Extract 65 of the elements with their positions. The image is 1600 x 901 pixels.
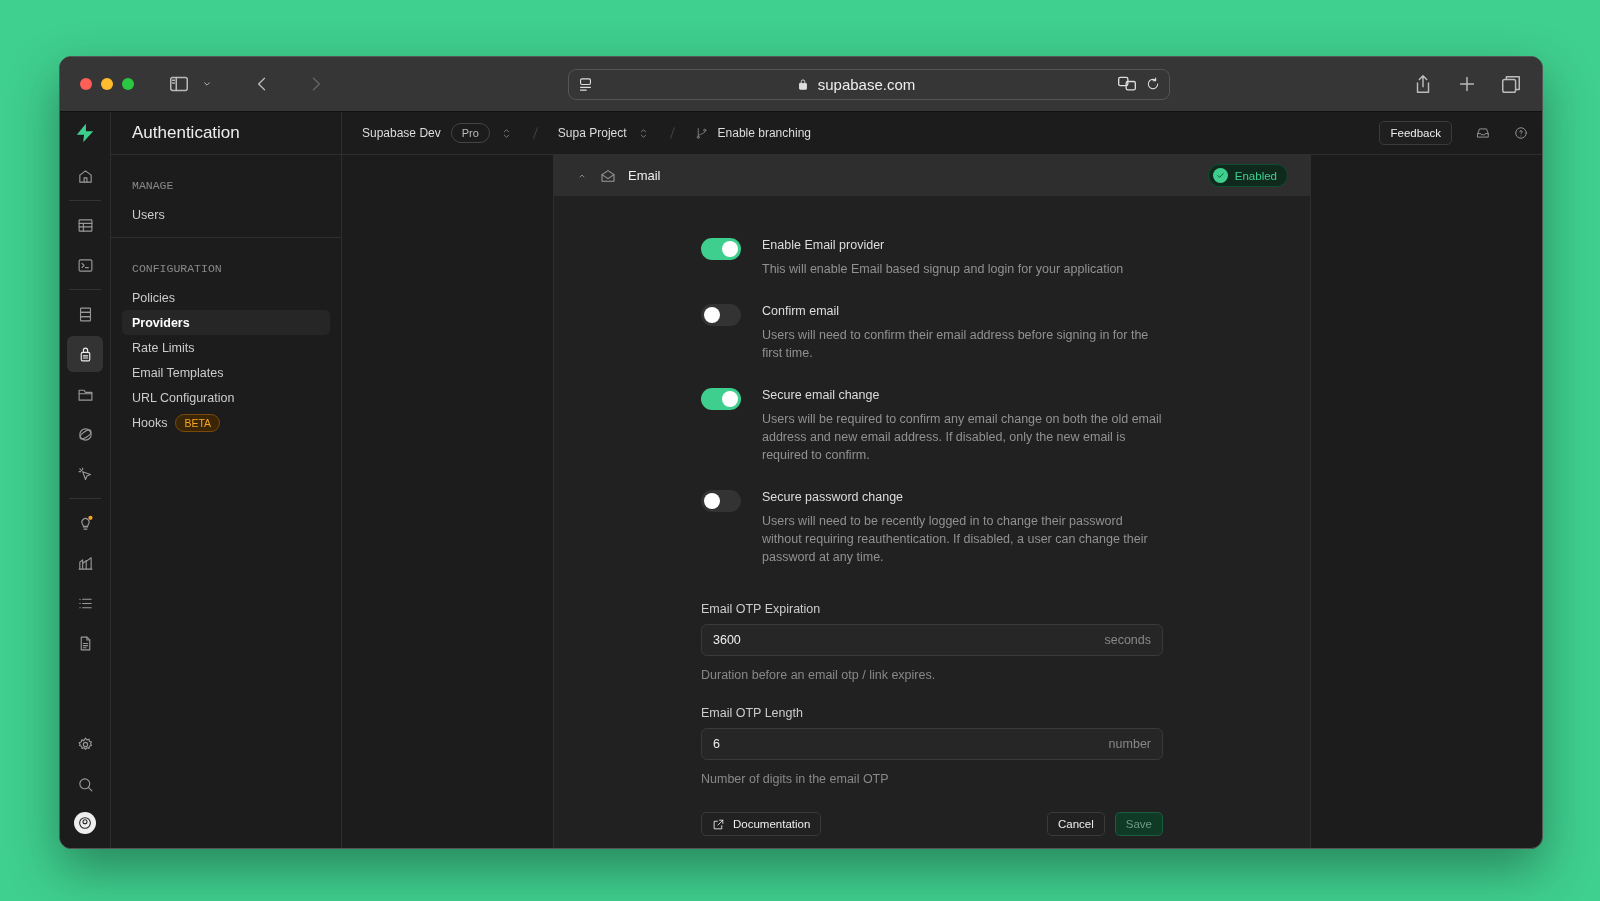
search-icon (76, 775, 94, 793)
cursor-icon (76, 465, 94, 483)
external-link-icon (712, 817, 725, 831)
home-icon (76, 167, 94, 185)
toggle-label: Enable Email provider (762, 238, 886, 252)
toggle-switch[interactable] (701, 238, 741, 260)
url-text: supabase.com (817, 75, 916, 93)
inbox-icon (1476, 126, 1490, 140)
toggle-description: This will enable Email based signup and login for your application (762, 261, 1124, 278)
section-heading: MANAGE (131, 178, 175, 194)
sidebar-item[interactable]: Providers (122, 310, 330, 335)
panel-title: Email (628, 168, 661, 183)
project-name[interactable]: Supa Project (557, 126, 627, 140)
sidebar-item[interactable]: Users (122, 202, 330, 227)
settings-icon (76, 735, 94, 753)
terminal-icon (76, 256, 94, 274)
zoom-button[interactable] (122, 78, 134, 90)
branch-icon (694, 126, 708, 140)
field-hint: Duration before an email otp / link expires. (701, 668, 937, 682)
input-field[interactable]: 3600 seconds (701, 624, 1163, 656)
table-icon (76, 216, 94, 234)
field-label: Email OTP Expiration (701, 602, 822, 616)
toggle-switch[interactable] (701, 490, 741, 512)
toggle-description: Users will be required to confirm any email change on both the old email address and new email address. If disabled, only the new email is required to confirm. (762, 411, 1163, 464)
sidebar-item[interactable]: URL Configuration (122, 385, 330, 410)
toggle-description: Users will need to confirm their email address before signing in for the first time. (762, 327, 1150, 362)
address-bar[interactable]: supabase.com (568, 68, 1170, 100)
field-label: Email OTP Length (701, 706, 804, 720)
organization-name[interactable]: Supabase Dev (362, 126, 441, 140)
toggle-description: Users will need to be recently logged in to change their password without requiring reauthentication. If disabled, a user can change their password at any time. (762, 513, 1149, 566)
orbit-icon (76, 425, 94, 443)
avatar[interactable] (74, 812, 96, 834)
nav-rail-item[interactable] (67, 336, 103, 372)
input-field[interactable]: 6 number (701, 728, 1163, 760)
toggle-switch[interactable] (701, 304, 741, 326)
branching-link[interactable]: Enable branching (717, 126, 811, 140)
user-silhouette-icon (77, 815, 93, 831)
cancel-button[interactable]: Cancel (1046, 812, 1105, 836)
sidebar-item[interactable]: Hooks BETA (122, 410, 330, 435)
minimize-button[interactable] (101, 78, 113, 90)
tabs-icon (1500, 73, 1522, 95)
status-badge: Enabled (1207, 164, 1288, 187)
toggle-label: Secure email change (762, 388, 881, 402)
logo-icon[interactable] (74, 122, 96, 144)
documentation-button[interactable]: Documentation (701, 812, 822, 836)
section-title: Authentication (132, 123, 240, 143)
translate-icon (1117, 74, 1137, 94)
panel-header[interactable]: Email Enabled (554, 155, 1310, 196)
sidebar-item[interactable]: Email Templates (122, 360, 330, 385)
sidebar-item[interactable]: Policies (122, 285, 330, 310)
reload-icon (1145, 76, 1161, 92)
reader-icon (577, 75, 594, 93)
sidebar-item[interactable]: Rate Limits (122, 335, 330, 360)
toggle-label: Confirm email (762, 304, 841, 318)
chart-icon (76, 554, 94, 572)
toggle-switch[interactable] (701, 388, 741, 410)
section-heading: CONFIGURATION (131, 261, 223, 277)
beta-badge: BETA (175, 413, 221, 432)
feedback-button[interactable]: Feedback (1379, 121, 1452, 145)
help-icon (1514, 126, 1528, 140)
mail-icon (600, 167, 616, 184)
close-button[interactable] (80, 78, 92, 90)
check-icon (1214, 170, 1226, 181)
field-hint: Number of digits in the email OTP (701, 772, 890, 786)
toggle-label: Secure password change (762, 490, 905, 504)
